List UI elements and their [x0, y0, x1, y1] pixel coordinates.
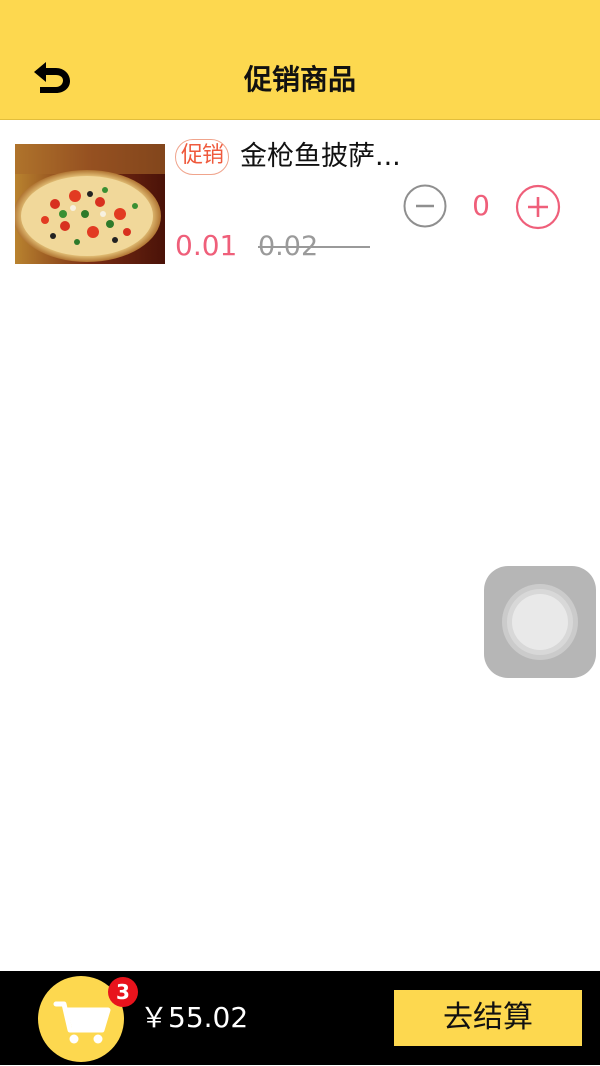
original-price: 0.02 [258, 227, 370, 267]
assistive-touch-icon [502, 584, 578, 660]
current-price: 0.01 [175, 229, 238, 262]
promo-badge: 促销 [175, 139, 229, 175]
product-list-item[interactable]: 促销 金枪鱼披萨... 0.01 0.02 0 [0, 121, 600, 281]
product-name: 金枪鱼披萨... [240, 141, 401, 172]
pizza-image [15, 144, 165, 264]
cart-total: ￥55.02 [140, 1001, 249, 1034]
quantity-value: 0 [472, 189, 490, 222]
decrease-quantity-button[interactable] [403, 184, 447, 228]
assistive-touch-button[interactable] [484, 566, 596, 678]
app-header: 促销商品 [0, 0, 600, 120]
minus-circle-icon [403, 184, 447, 228]
checkout-button[interactable]: 去结算 [394, 990, 582, 1046]
increase-quantity-button[interactable] [515, 184, 561, 230]
page-title: 促销商品 [243, 63, 356, 96]
strikethrough-line [258, 246, 370, 248]
cart-count-badge: 3 [108, 977, 138, 1007]
plus-circle-icon [515, 184, 561, 230]
